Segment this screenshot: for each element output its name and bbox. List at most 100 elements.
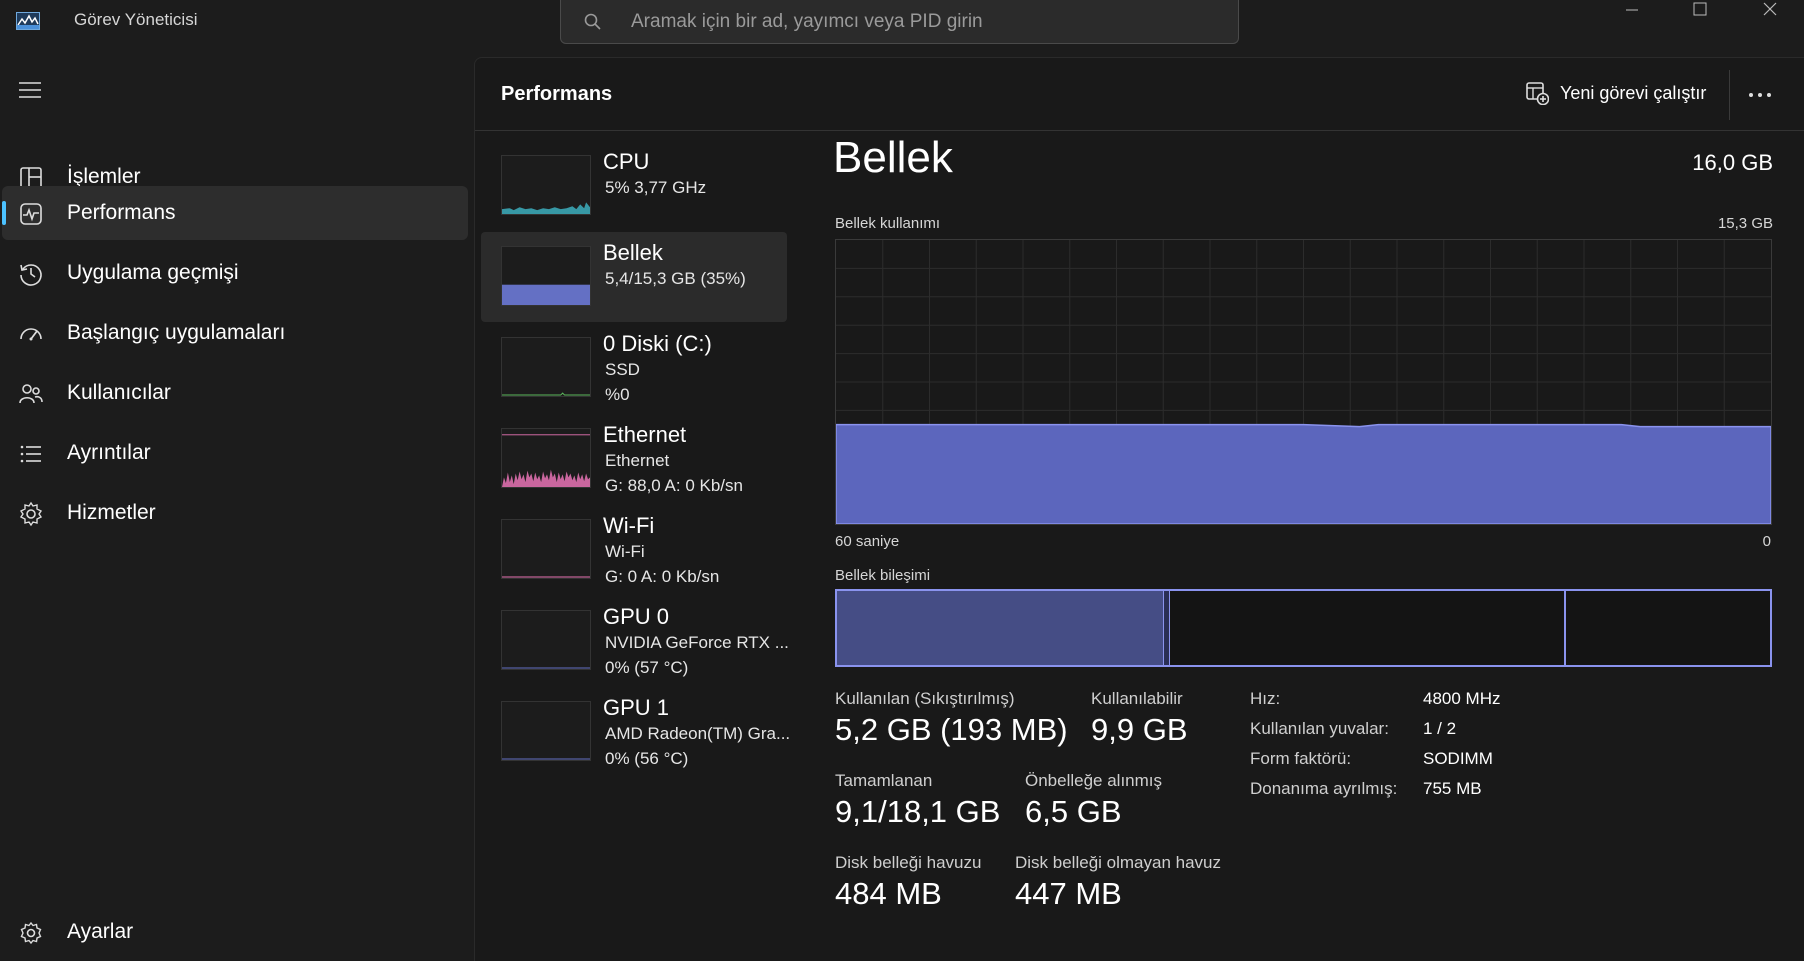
sidebar-item-details[interactable]: Ayrıntılar	[2, 426, 468, 480]
composition-label: Bellek bileşimi	[835, 567, 931, 584]
sidebar-item-label: Performans	[67, 201, 176, 224]
composition-standby	[1170, 591, 1564, 665]
device-name: 0 Diski (C:)	[603, 331, 712, 356]
minimize-button[interactable]	[1602, 0, 1662, 24]
device-name: GPU 1	[603, 695, 670, 720]
details-icon	[20, 445, 41, 463]
spec-key: Donanıma ayrılmış:	[1250, 779, 1398, 798]
device-name: Wi-Fi	[603, 513, 655, 538]
spec-key: Kullanılan yuvalar:	[1250, 719, 1389, 738]
device-name: Ethernet	[603, 422, 687, 447]
cpu-thumbnail-graph	[501, 155, 591, 215]
device-item-gpu1[interactable]: GPU 1 AMD Radeon(TM) Gra... 0% (56 °C)	[481, 687, 790, 777]
task-manager-app-icon	[16, 12, 40, 30]
gpu0-thumbnail-graph	[501, 610, 591, 670]
title-bar: Görev Yöneticisi Aramak için bir ad, yay…	[0, 0, 1804, 50]
device-detail: 5,4/15,3 GB (35%)	[605, 269, 746, 288]
detail-title: Bellek	[833, 133, 953, 182]
gpu1-thumbnail-graph	[501, 701, 591, 761]
header-divider	[1729, 70, 1730, 120]
run-task-label: Yeni görevi çalıştır	[1560, 83, 1707, 103]
device-detail: SSD	[605, 360, 640, 379]
history-icon	[20, 264, 42, 286]
search-box[interactable]: Aramak için bir ad, yayımcı veya PID gir…	[560, 0, 1239, 44]
device-detail: 5% 3,77 GHz	[605, 178, 707, 197]
usage-graph-label: Bellek kullanımı	[835, 215, 941, 232]
device-detail: %0	[605, 385, 630, 404]
graph-time-right: 0	[1762, 533, 1771, 550]
device-detail: NVIDIA GeForce RTX ...	[605, 633, 789, 652]
cached-value: 6,5 GB	[1025, 794, 1122, 829]
spec-value: 4800 MHz	[1423, 689, 1501, 708]
device-detail: 0% (56 °C)	[605, 749, 689, 768]
spec-value: 1 / 2	[1423, 719, 1457, 738]
device-item-disk[interactable]: 0 Diski (C:) SSD %0	[481, 323, 787, 413]
device-item-memory[interactable]: Bellek 5,4/15,3 GB (35%)	[481, 232, 787, 322]
sidebar-item-performance[interactable]: Performans	[2, 186, 468, 240]
sidebar-item-label: Uygulama geçmişi	[67, 261, 239, 284]
composition-free	[1564, 591, 1770, 665]
sidebar-item-users[interactable]: Kullanıcılar	[2, 366, 468, 420]
device-item-wifi[interactable]: Wi-Fi Wi-Fi G: 0 A: 0 Kb/sn	[481, 505, 787, 595]
memory-usage-graph	[835, 239, 1772, 525]
app-title: Görev Yöneticisi	[74, 10, 198, 29]
settings-label: Ayarlar	[67, 920, 134, 943]
performance-icon	[20, 203, 42, 225]
available-label: Kullanılabilir	[1091, 689, 1183, 708]
paged-pool-label: Disk belleği havuzu	[835, 853, 982, 872]
paged-pool-value: 484 MB	[835, 876, 942, 911]
committed-label: Tamamlanan	[835, 771, 933, 790]
services-icon	[19, 501, 43, 527]
page-title: Performans	[501, 83, 613, 105]
sidebar-item-label: Ayrıntılar	[67, 441, 151, 464]
main-panel: Performans Yeni görevi çalıştır CPU 5% 3…	[474, 57, 1804, 961]
in-use-value: 5,2 GB (193 MB)	[835, 712, 1068, 747]
device-detail: 0% (57 °C)	[605, 658, 689, 677]
device-detail: Wi-Fi	[605, 542, 645, 561]
maximize-button[interactable]	[1670, 0, 1730, 24]
device-detail: Ethernet	[605, 451, 670, 470]
page-header: Performans Yeni görevi çalıştır	[475, 58, 1804, 131]
spec-key: Hız:	[1250, 689, 1281, 708]
sidebar-item-label: Başlangıç uygulamaları	[67, 321, 286, 344]
device-name: GPU 0	[603, 604, 670, 629]
sidebar-item-label: Hizmetler	[67, 501, 156, 524]
device-name: CPU	[603, 149, 650, 174]
nonpaged-pool-label: Disk belleği olmayan havuz	[1015, 853, 1221, 872]
cached-label: Önbelleğe alınmış	[1025, 771, 1163, 790]
disk-thumbnail-graph	[501, 337, 591, 397]
run-new-task-button[interactable]: Yeni görevi çalıştır	[1525, 73, 1725, 113]
in-use-label: Kullanılan (Sıkıştırılmış)	[835, 689, 1015, 708]
spec-value: SODIMM	[1423, 749, 1493, 768]
device-name: Bellek	[603, 240, 663, 265]
committed-value: 9,1/18,1 GB	[835, 794, 1001, 829]
sidebar-item-settings[interactable]: Ayarlar	[2, 905, 468, 959]
sidebar-item-app-history[interactable]: Uygulama geçmişi	[2, 246, 468, 300]
memory-usage-area	[836, 423, 1771, 524]
memory-composition-bar	[835, 589, 1772, 667]
graph-time-left: 60 saniye	[835, 533, 900, 550]
sidebar-item-startup-apps[interactable]: Başlangıç uygulamaları	[2, 306, 468, 360]
available-value: 9,9 GB	[1091, 712, 1188, 747]
search-input[interactable]: Aramak için bir ad, yayımcı veya PID gir…	[631, 11, 983, 33]
more-options-icon[interactable]	[1745, 80, 1775, 110]
sidebar: İşlemler Performans Uygulama geçmişi Baş…	[0, 50, 474, 961]
sidebar-item-services[interactable]: Hizmetler	[2, 486, 468, 540]
gear-icon	[20, 921, 42, 945]
usage-graph-max: 15,3 GB	[1717, 215, 1773, 232]
ethernet-thumbnail-graph	[501, 428, 591, 488]
spec-key: Form faktörü:	[1250, 749, 1352, 768]
spec-value: 755 MB	[1423, 779, 1482, 798]
wifi-thumbnail-graph	[501, 519, 591, 579]
device-detail: G: 88,0 A: 0 Kb/sn	[605, 476, 743, 495]
device-item-cpu[interactable]: CPU 5% 3,77 GHz	[481, 141, 787, 231]
close-button[interactable]	[1740, 0, 1800, 24]
memory-detail-panel: Bellek 16,0 GB Bellek kullanımı 15,3 GB …	[833, 133, 1773, 961]
hamburger-menu-icon[interactable]	[18, 80, 42, 100]
total-memory: 16,0 GB	[1692, 150, 1773, 175]
users-icon	[19, 384, 43, 404]
run-task-icon	[1526, 82, 1549, 105]
device-item-ethernet[interactable]: Ethernet Ethernet G: 88,0 A: 0 Kb/sn	[481, 414, 787, 504]
device-item-gpu0[interactable]: GPU 0 NVIDIA GeForce RTX ... 0% (57 °C)	[481, 596, 789, 686]
startup-icon	[20, 328, 42, 341]
